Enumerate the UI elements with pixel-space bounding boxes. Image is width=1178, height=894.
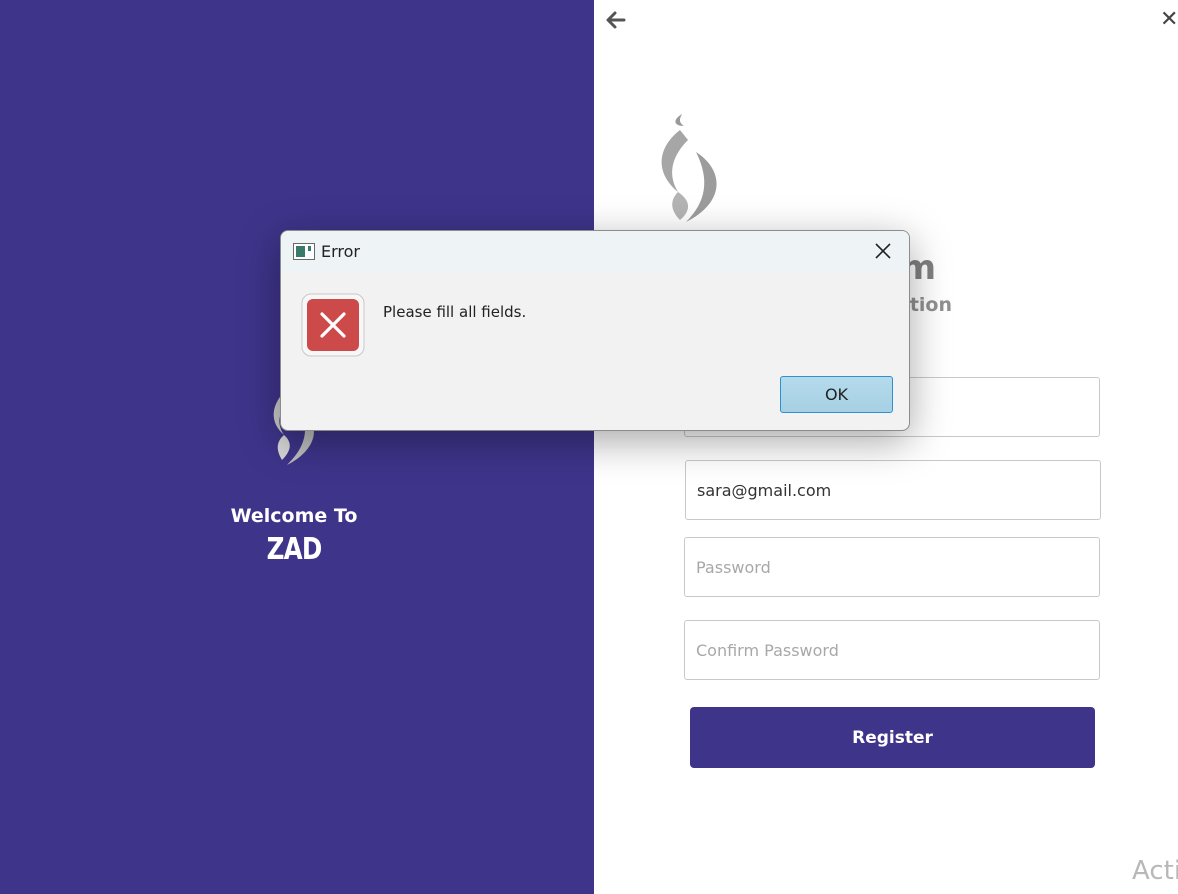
register-button[interactable]: Register (690, 707, 1095, 768)
dialog-message: Please fill all fields. (383, 303, 527, 321)
dialog-titlebar[interactable]: Error (281, 231, 909, 273)
brand-name: ZAD (266, 532, 323, 567)
close-icon[interactable] (871, 239, 895, 263)
error-x-icon (301, 293, 365, 357)
confirm-password-field[interactable] (684, 620, 1100, 680)
close-icon[interactable]: ✕ (1160, 8, 1178, 32)
error-dialog: Error Please fill all fields. OK (280, 230, 910, 431)
password-field[interactable] (684, 537, 1100, 597)
app-window-icon (293, 243, 315, 260)
welcome-heading: Welcome To (230, 505, 358, 527)
email-field[interactable] (685, 460, 1101, 520)
flame-logo (661, 114, 717, 222)
welcome-panel: Welcome To ZAD (0, 0, 594, 894)
activation-watermark: Acti (1132, 856, 1178, 886)
app-window: Welcome To ZAD ✕ m ation Register Acti E… (0, 0, 1178, 894)
arrow-left-icon[interactable] (602, 6, 630, 34)
dialog-title: Error (321, 242, 360, 261)
ok-button[interactable]: OK (780, 376, 893, 413)
